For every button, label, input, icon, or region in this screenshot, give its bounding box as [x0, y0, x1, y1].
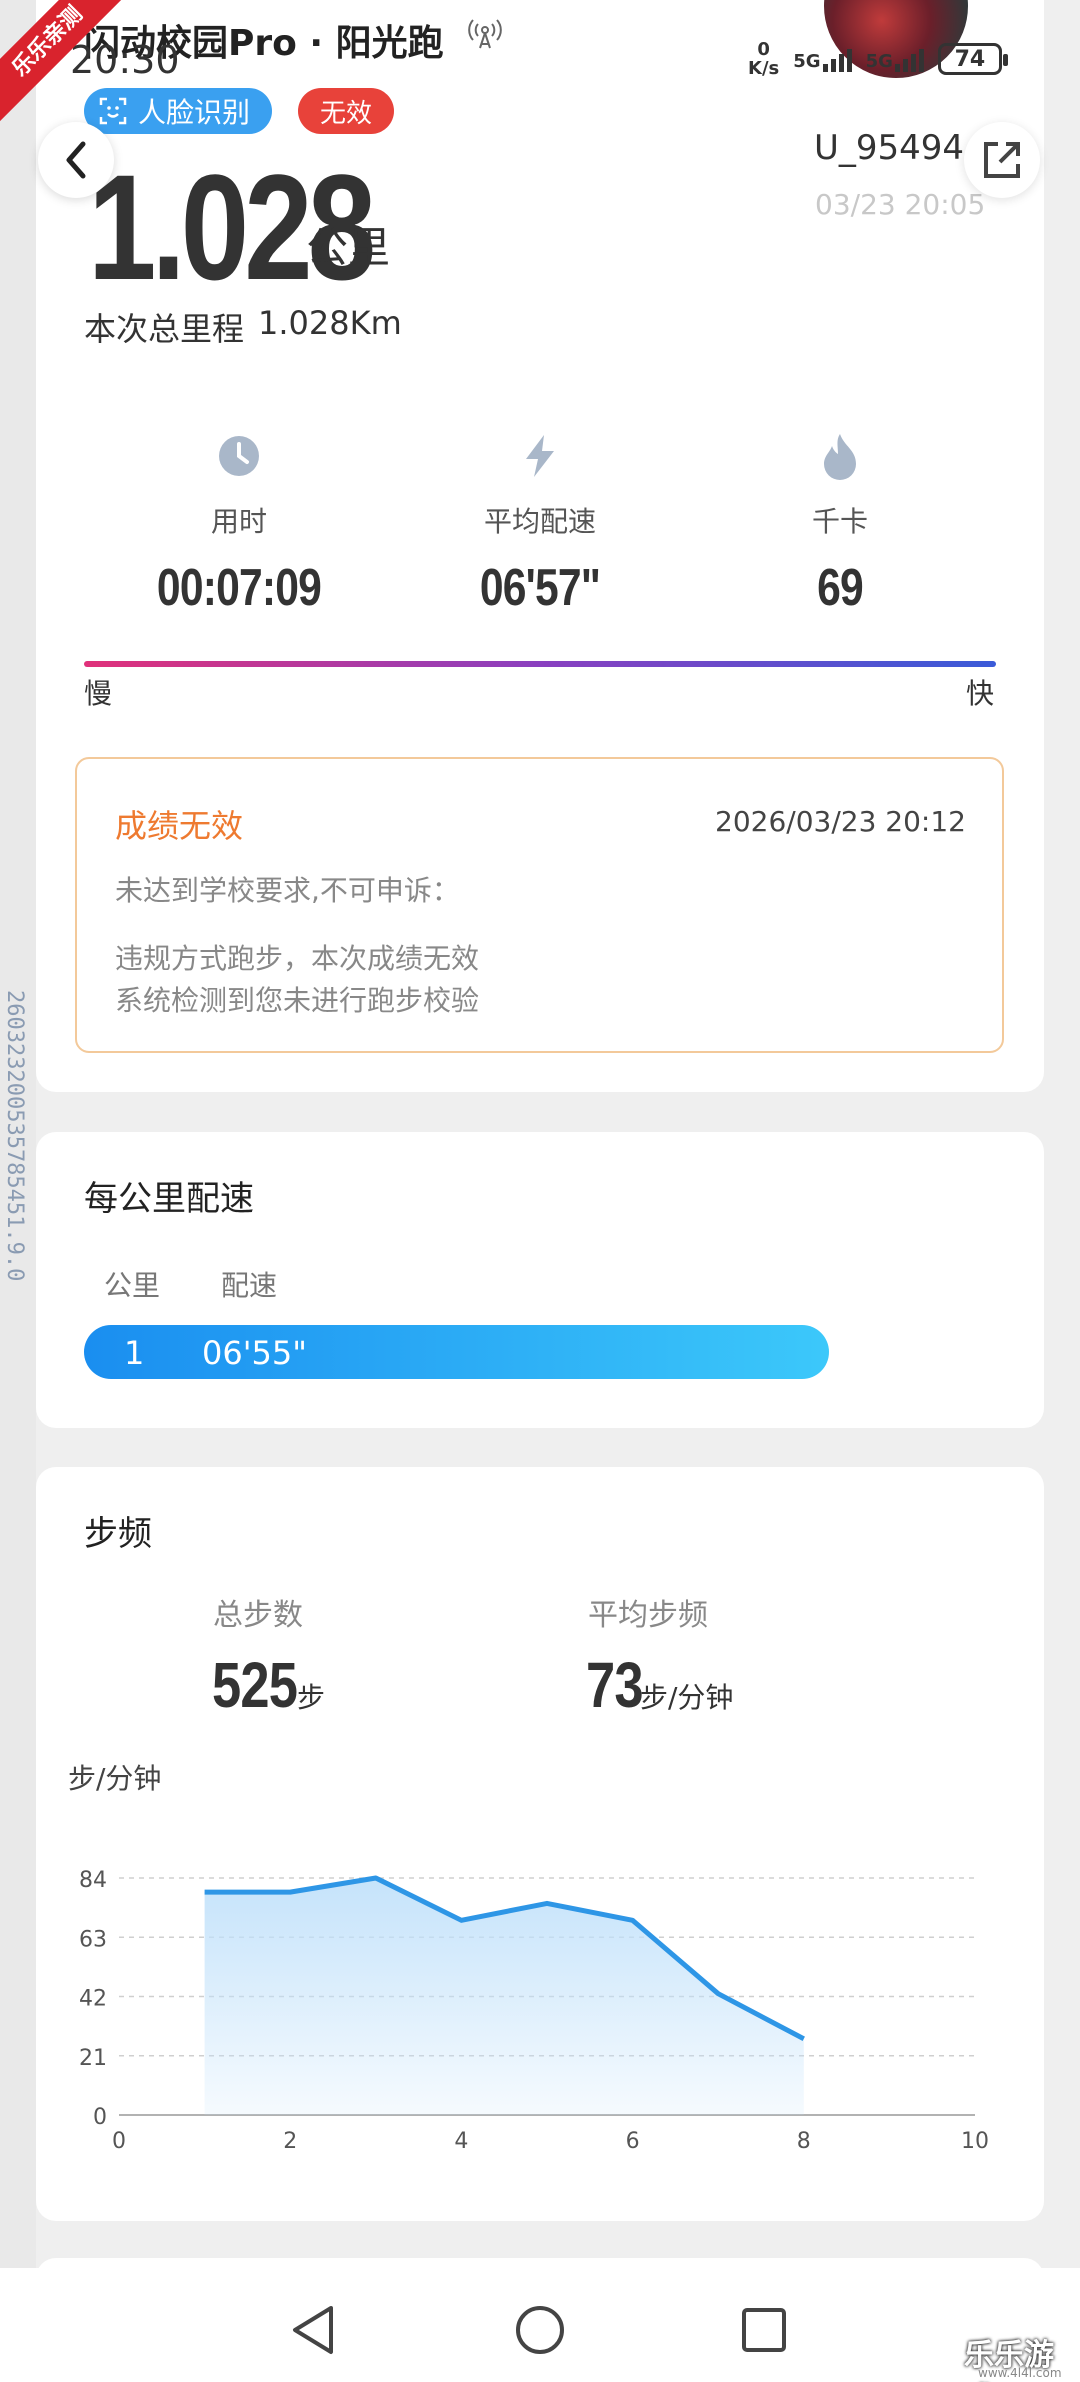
avg-cadence-unit: 步/分钟	[640, 1681, 734, 1714]
square-recents-icon	[742, 2308, 786, 2352]
invalid-reason: 未达到学校要求,不可申诉：	[115, 874, 460, 907]
x-tick-label: 4	[454, 2129, 468, 2154]
signal-bars-icon	[894, 46, 924, 72]
x-tick-label: 6	[626, 2129, 640, 2154]
total-distance: 本次总里程 1.028Km	[84, 304, 402, 348]
y-tick-label: 0	[93, 2105, 107, 2130]
signal-bars-icon	[822, 46, 852, 72]
side-id-text: 260323200535785451.9.0	[2, 990, 27, 1282]
invalid-detail-1: 违规方式跑步，本次成绩无效	[115, 942, 480, 975]
net-speed: 0 K/s	[748, 39, 780, 79]
pace-slow-label: 慢	[84, 677, 113, 710]
chevron-left-icon	[66, 141, 86, 179]
x-tick-label: 2	[283, 2129, 297, 2154]
metric-avg-pace: 平均配速 06'57"	[390, 430, 690, 618]
circle-home-icon	[516, 2306, 564, 2354]
x-tick-label: 8	[797, 2129, 811, 2154]
face-recognition-tag[interactable]: 人脸识别	[84, 88, 273, 134]
triangle-back-icon	[293, 2306, 333, 2354]
col-pace-header: 配速	[221, 1269, 278, 1302]
chart-y-unit: 步/分钟	[68, 1762, 162, 1795]
flame-icon	[824, 434, 856, 480]
y-tick-label: 63	[79, 1927, 107, 1952]
y-tick-label: 21	[79, 2046, 107, 2071]
run-datetime: 03/23 20:05	[815, 188, 986, 221]
signal-2: 5G	[866, 46, 924, 72]
metrics-row: 用时 00:07:09 平均配速 06'57" 千卡 69	[36, 430, 1044, 620]
share-icon	[984, 142, 1020, 178]
km-number: 1	[124, 1334, 145, 1372]
cadence-chart: 0 21 42 63 84 0 2 4 6 8 10	[79, 1868, 989, 2154]
total-steps-label: 总步数	[213, 1598, 303, 1633]
share-button[interactable]	[964, 122, 1040, 198]
y-tick-label: 84	[79, 1868, 107, 1893]
x-tick-label: 10	[961, 2129, 989, 2154]
pace-fast-label: 快	[966, 677, 995, 710]
broadcast-icon	[468, 19, 502, 49]
total-steps-unit: 步	[297, 1681, 326, 1714]
y-tick-label: 42	[79, 1987, 107, 2012]
km-pace-row: 1 06'55"	[84, 1325, 829, 1379]
cadence-title: 步频	[84, 1514, 152, 1554]
km-pace: 06'55"	[202, 1334, 307, 1372]
metric-calories: 千卡 69	[690, 430, 990, 618]
status-time: 20:30	[70, 38, 180, 82]
invalid-detail-2: 系统检测到您未进行跑步校验	[115, 984, 480, 1017]
avg-cadence-value: 73	[586, 1649, 644, 1721]
invalid-tag: 无效	[298, 88, 395, 134]
col-km-header: 公里	[104, 1269, 161, 1302]
per-km-title: 每公里配速	[84, 1179, 254, 1219]
battery-icon: 74	[937, 43, 1008, 75]
distance-unit: 公里	[306, 223, 391, 272]
nav-home-button[interactable]	[510, 2300, 570, 2360]
invalid-title: 成绩无效	[115, 807, 244, 845]
status-icons: 0 K/s 5G 5G 74	[748, 39, 1008, 79]
face-tag-label: 人脸识别	[138, 96, 251, 129]
lightning-icon	[526, 435, 554, 477]
invalid-date: 2026/03/23 20:12	[715, 805, 966, 838]
pace-gradient-bar	[84, 661, 996, 667]
clock-icon	[219, 436, 259, 476]
watermark-url: www.4l4l.com	[978, 2366, 1062, 2380]
avg-cadence-label: 平均步频	[588, 1598, 708, 1633]
x-tick-label: 0	[112, 2129, 126, 2154]
invalid-notice: 成绩无效 2026/03/23 20:12 未达到学校要求,不可申诉： 违规方式…	[75, 757, 1004, 1053]
nav-recents-button[interactable]	[734, 2300, 794, 2360]
face-scan-icon	[99, 97, 127, 125]
nav-back-button[interactable]	[284, 2300, 344, 2360]
total-steps-value: 525	[212, 1649, 298, 1721]
user-id: U_954944	[814, 128, 974, 168]
signal-1: 5G	[793, 46, 852, 72]
metric-duration: 用时 00:07:09	[89, 430, 389, 618]
